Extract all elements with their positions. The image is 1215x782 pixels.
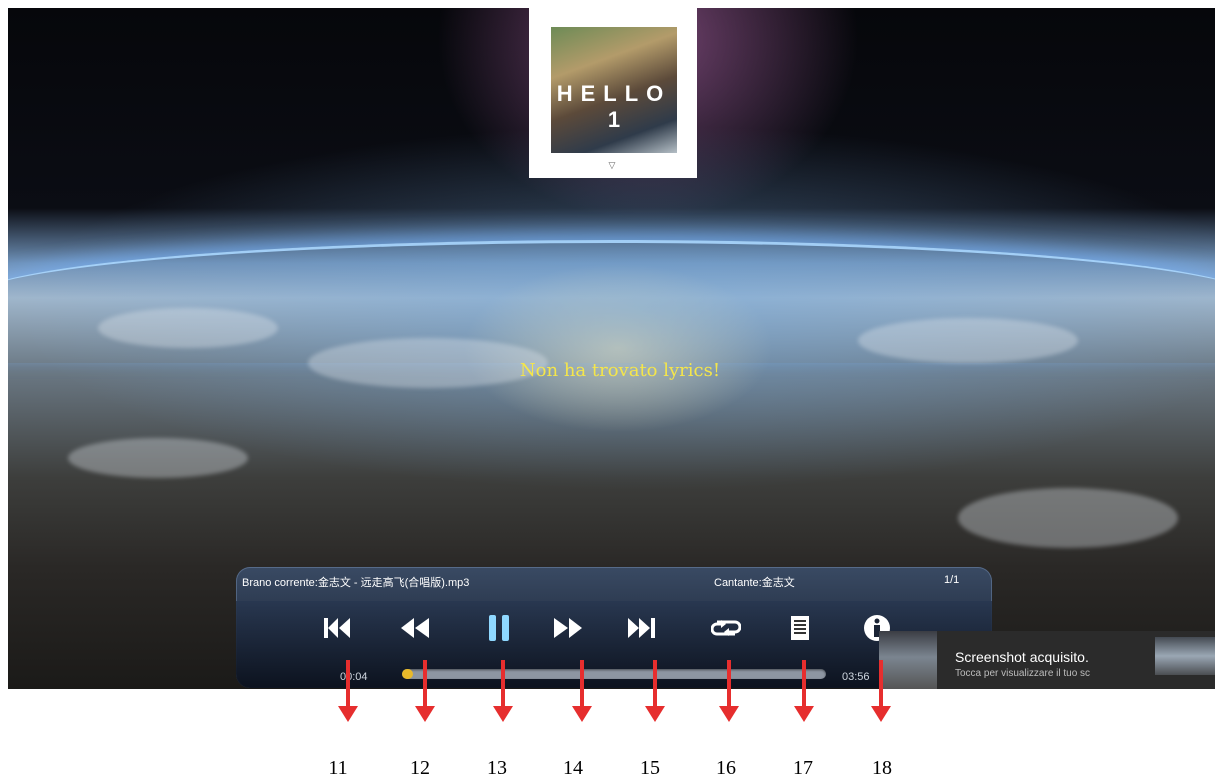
repeat-button[interactable]	[710, 613, 742, 643]
track-info-bar: Brano corrente:金志文 - 远走高飞(合唱版).mp3 Canta…	[236, 567, 992, 595]
playlist-button[interactable]	[788, 613, 812, 643]
progress-fill	[402, 669, 413, 679]
cloud	[98, 308, 278, 348]
document-icon	[791, 616, 809, 640]
skip-previous-icon	[324, 618, 350, 638]
album-logo: ▽	[608, 160, 616, 170]
callout-number: 15	[640, 757, 660, 779]
callout-arrow	[493, 660, 513, 722]
cloud	[68, 438, 248, 478]
callout-arrow	[794, 660, 814, 722]
callout-number: 11	[328, 757, 348, 779]
screenshot-preview	[1155, 637, 1215, 675]
callout-number: 17	[793, 757, 813, 779]
pause-icon	[489, 615, 509, 641]
rewind-icon	[401, 618, 429, 638]
cloud	[958, 488, 1178, 548]
current-track-label: Brano corrente:金志文 - 远走高飞(合唱版).mp3	[242, 577, 470, 589]
callout-number: 14	[563, 757, 583, 779]
rewind-button[interactable]	[400, 613, 430, 643]
track-count: 1/1	[944, 574, 960, 586]
screenshot-toast[interactable]: Screenshot acquisito. Tocca per visualiz…	[879, 631, 1215, 689]
callout-number: 18	[872, 757, 892, 779]
callout-arrow	[871, 660, 891, 722]
lyrics-message: Non ha trovato lyrics!	[519, 360, 721, 381]
progress-bar[interactable]	[402, 669, 826, 679]
skip-next-icon	[628, 618, 655, 638]
album-cover: HELLO 1 ▽	[529, 8, 697, 178]
cloud	[858, 318, 1078, 363]
callout-number: 12	[410, 757, 430, 779]
album-number: 1	[607, 107, 621, 132]
total-duration: 03:56	[842, 671, 870, 683]
callout-number: 16	[716, 757, 736, 779]
callout-number: 13	[487, 757, 507, 779]
next-track-button[interactable]	[626, 613, 658, 643]
fast-forward-icon	[554, 618, 582, 638]
artist-label: Cantante:金志文	[714, 577, 795, 589]
fast-forward-button[interactable]	[552, 613, 584, 643]
previous-track-button[interactable]	[322, 613, 352, 643]
pause-button[interactable]	[484, 613, 514, 643]
callout-arrow	[572, 660, 592, 722]
callout-arrow	[719, 660, 739, 722]
repeat-icon	[711, 620, 741, 636]
toast-title: Screenshot acquisito.	[955, 649, 1089, 665]
toast-subtitle: Tocca per visualizzare il tuo sc	[955, 668, 1091, 679]
album-title: HELLO	[556, 81, 672, 106]
album-art: HELLO 1	[551, 27, 677, 153]
callout-arrow	[338, 660, 358, 722]
callout-arrow	[415, 660, 435, 722]
callout-arrow	[645, 660, 665, 722]
